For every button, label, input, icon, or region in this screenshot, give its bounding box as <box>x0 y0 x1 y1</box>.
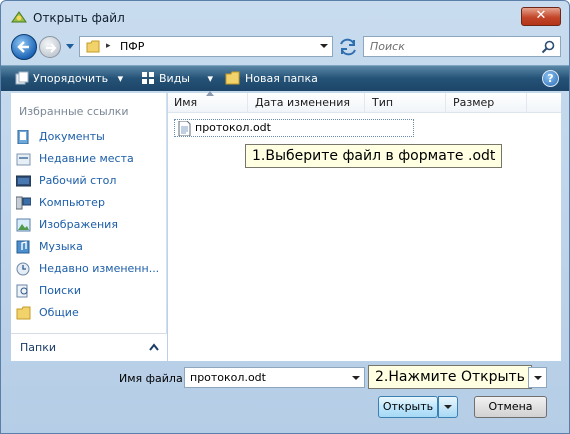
chevron-up-icon <box>149 343 159 351</box>
documents-icon <box>17 130 29 144</box>
new-folder-label: Новая папка <box>245 72 318 85</box>
step2-callout: 2.Нажмите Открыть <box>368 365 532 389</box>
file-name: протокол.odt <box>195 121 271 134</box>
open-file-dialog: Открыть файл ✕ ▸ ПФР Поиск Упорядочить ▾… <box>0 0 570 434</box>
odt-document-icon <box>178 121 191 136</box>
sidebar-item-label: Недавние места <box>39 152 134 165</box>
views-menu[interactable]: Виды ▾ <box>141 71 213 87</box>
step1-callout: 1.Выберите файл в формате .odt <box>245 144 503 168</box>
file-list: Имя Дата изменения Тип Размер протокол.o… <box>168 91 561 361</box>
new-folder-button[interactable]: Новая папка <box>225 71 318 87</box>
favorites-heading: Избранные ссылки <box>19 105 129 118</box>
chevron-down-icon[interactable] <box>320 42 328 50</box>
chevron-down-icon: ▾ <box>117 72 124 85</box>
address-bar[interactable]: ▸ ПФР <box>79 36 333 57</box>
chevron-down-icon[interactable] <box>352 374 360 382</box>
public-icon <box>16 306 31 320</box>
organize-icon <box>15 71 29 85</box>
open-button[interactable]: Открыть <box>378 396 438 418</box>
history-dropdown-icon[interactable] <box>65 43 75 51</box>
help-button[interactable]: ? <box>542 70 559 87</box>
filename-field[interactable]: протокол.odt <box>184 367 365 388</box>
computer-icon <box>16 196 31 210</box>
file-type-dropdown[interactable] <box>528 367 547 388</box>
searches-icon <box>16 284 28 298</box>
sidebar-item-label: Компьютер <box>39 196 105 209</box>
pictures-icon <box>16 218 31 232</box>
refresh-icon[interactable] <box>337 37 359 57</box>
search-icon[interactable] <box>541 40 555 54</box>
views-label: Виды <box>159 72 190 85</box>
back-button[interactable] <box>11 34 37 60</box>
open-options-button[interactable] <box>438 396 458 418</box>
organize-label: Упорядочить <box>33 72 109 85</box>
breadcrumb-separator[interactable]: ▸ <box>106 41 111 51</box>
navigation-pane: Избранные ссылки Документы Недавние мест… <box>11 93 167 361</box>
column-header-row: Имя Дата изменения Тип Размер <box>168 91 561 113</box>
organize-menu[interactable]: Упорядочить ▾ <box>15 71 123 87</box>
forward-button[interactable] <box>39 36 61 58</box>
search-input[interactable]: Поиск <box>363 36 561 57</box>
sidebar-item-label: Рабочий стол <box>39 174 117 187</box>
sidebar-item-label: Общие <box>39 306 79 319</box>
breadcrumb-folder[interactable]: ПФР <box>120 40 144 53</box>
column-header-size[interactable]: Размер <box>447 93 527 113</box>
views-icon <box>142 72 154 84</box>
new-folder-icon <box>225 71 240 85</box>
folders-toggle[interactable]: Папки <box>11 333 167 361</box>
sidebar-item-label: Поиски <box>39 284 81 297</box>
close-button[interactable]: ✕ <box>521 7 561 26</box>
forward-arrow-icon <box>46 43 57 53</box>
chevron-down-icon <box>444 405 452 409</box>
recent-places-icon <box>16 153 31 166</box>
sidebar-item-label: Изображения <box>39 218 118 231</box>
folders-label: Папки <box>20 341 56 354</box>
app-icon <box>11 11 27 23</box>
column-header-type[interactable]: Тип <box>366 93 446 113</box>
window-title: Открыть файл <box>33 11 125 25</box>
recently-changed-icon <box>16 262 30 276</box>
chevron-down-icon: ▾ <box>207 72 214 85</box>
folder-icon <box>86 40 100 53</box>
chevron-down-icon <box>534 376 542 380</box>
search-placeholder: Поиск <box>370 40 405 53</box>
filename-value: протокол.odt <box>190 371 266 384</box>
filename-label: Имя файла: <box>119 372 187 385</box>
sidebar-item-label: Недавно измененн... <box>39 262 160 275</box>
title-bar: Открыть файл ✕ <box>1 1 569 33</box>
sort-arrow-icon <box>206 91 214 96</box>
sidebar-item-label: Документы <box>39 130 105 143</box>
column-header-date[interactable]: Дата изменения <box>249 93 365 113</box>
back-arrow-icon <box>17 41 29 53</box>
music-icon <box>16 240 30 254</box>
desktop-icon <box>16 175 31 187</box>
cancel-button[interactable]: Отмена <box>474 396 547 418</box>
sidebar-item-label: Музыка <box>39 240 83 253</box>
file-item[interactable]: протокол.odt <box>174 119 414 137</box>
column-header-name[interactable]: Имя <box>168 91 248 113</box>
command-toolbar: Упорядочить ▾ Виды ▾ Новая папка ? <box>1 65 569 91</box>
